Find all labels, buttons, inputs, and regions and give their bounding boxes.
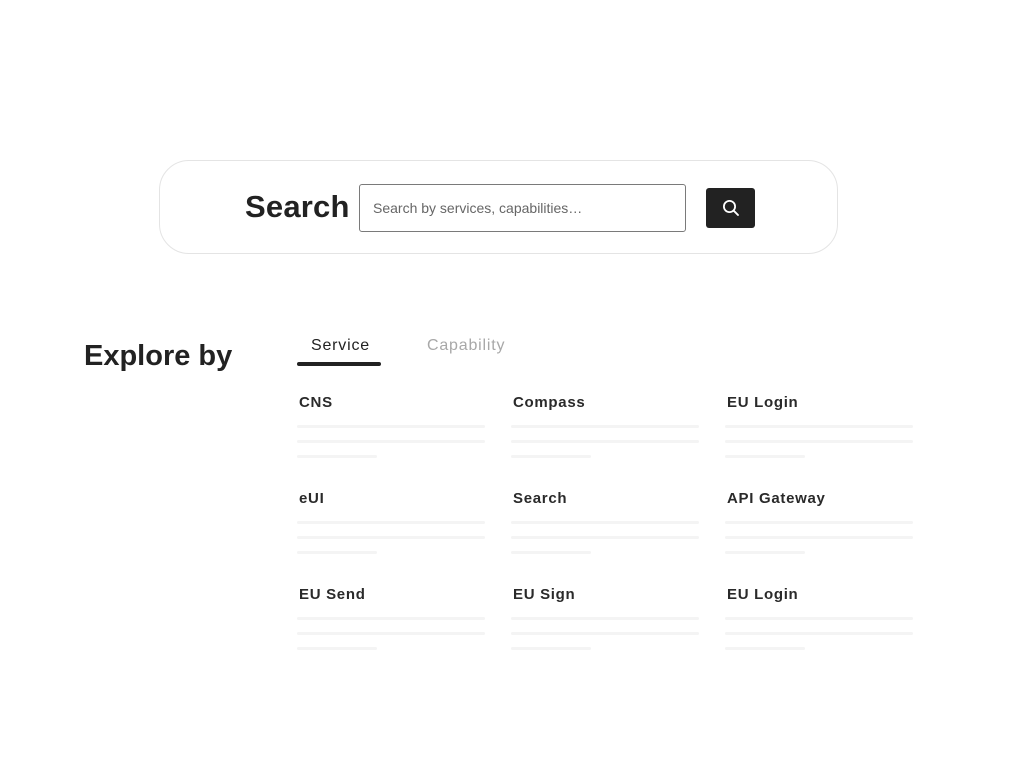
- service-card-eu-send[interactable]: EU Send: [297, 584, 485, 656]
- service-card-eu-login[interactable]: EU Login: [725, 392, 913, 464]
- placeholder-line: [297, 536, 485, 539]
- service-card-eui[interactable]: eUI: [297, 488, 485, 560]
- tab-service[interactable]: Service: [311, 335, 370, 357]
- active-tab-indicator: [297, 362, 381, 366]
- placeholder-line: [511, 521, 699, 524]
- placeholder-line: [725, 521, 913, 524]
- service-card-title: EU Sign: [513, 586, 576, 603]
- placeholder-line: [297, 551, 377, 554]
- placeholder-line: [511, 455, 591, 458]
- service-card-title: Search: [513, 490, 568, 507]
- service-card-title: eUI: [299, 490, 325, 507]
- placeholder-line: [725, 440, 913, 443]
- page: Search Explore by Service Capability CNS…: [0, 0, 1024, 768]
- service-card-title: CNS: [299, 394, 333, 411]
- search-icon: [722, 200, 739, 216]
- service-card-api-gateway[interactable]: API Gateway: [725, 488, 913, 560]
- service-card-eu-sign[interactable]: EU Sign: [511, 584, 699, 656]
- service-card-title: API Gateway: [727, 490, 826, 507]
- placeholder-line: [511, 425, 699, 428]
- placeholder-line: [297, 632, 485, 635]
- placeholder-line: [511, 632, 699, 635]
- placeholder-line: [725, 617, 913, 620]
- placeholder-line: [511, 551, 591, 554]
- service-card-title: Compass: [513, 394, 586, 411]
- explore-tabs: Service Capability: [297, 335, 537, 369]
- service-card-cns[interactable]: CNS: [297, 392, 485, 464]
- service-card-title: EU Login: [727, 586, 799, 603]
- service-card-eu-login-2[interactable]: EU Login: [725, 584, 913, 656]
- placeholder-line: [725, 536, 913, 539]
- placeholder-line: [297, 647, 377, 650]
- service-card-title: EU Send: [299, 586, 366, 603]
- search-button[interactable]: [706, 188, 755, 228]
- placeholder-line: [511, 536, 699, 539]
- placeholder-line: [297, 521, 485, 524]
- placeholder-line: [725, 632, 913, 635]
- placeholder-line: [297, 617, 485, 620]
- placeholder-line: [511, 647, 591, 650]
- service-card-search[interactable]: Search: [511, 488, 699, 560]
- placeholder-line: [297, 455, 377, 458]
- placeholder-line: [297, 440, 485, 443]
- explore-title: Explore by: [84, 340, 233, 372]
- placeholder-line: [725, 647, 805, 650]
- placeholder-line: [725, 551, 805, 554]
- tab-capability[interactable]: Capability: [427, 335, 505, 357]
- search-input[interactable]: [359, 184, 686, 232]
- placeholder-line: [725, 455, 805, 458]
- placeholder-line: [511, 617, 699, 620]
- search-panel: Search: [159, 160, 838, 254]
- search-title: Search: [245, 189, 350, 224]
- placeholder-line: [511, 440, 699, 443]
- placeholder-line: [297, 425, 485, 428]
- service-card-title: EU Login: [727, 394, 799, 411]
- placeholder-line: [725, 425, 913, 428]
- service-card-compass[interactable]: Compass: [511, 392, 699, 464]
